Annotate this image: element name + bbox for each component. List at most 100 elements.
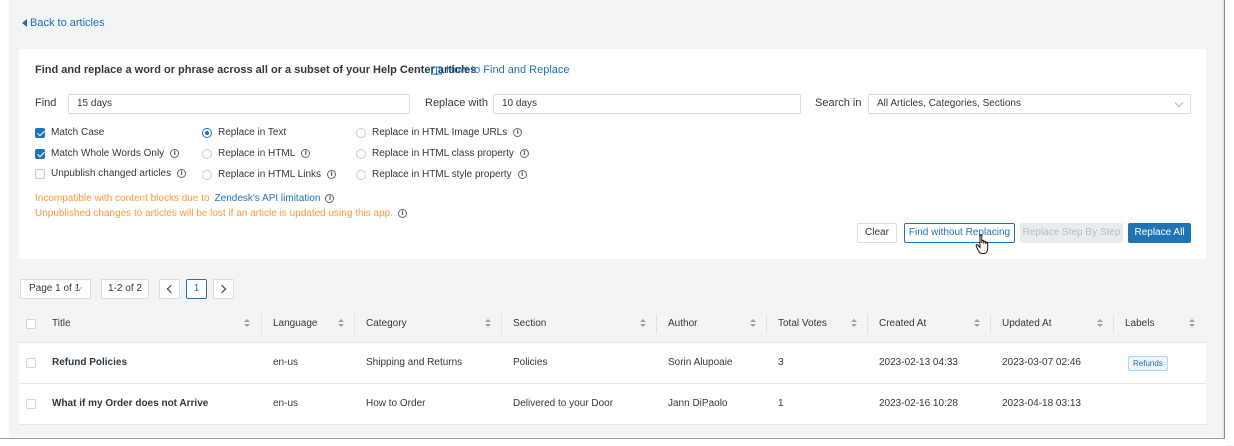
how-to-label: How to Find and Replace [446, 64, 570, 76]
row-checkbox[interactable] [26, 358, 36, 368]
chevron-down-icon [1174, 98, 1184, 108]
replace-in-text-option[interactable]: Replace in Text [202, 127, 286, 138]
match-whole-words-checkbox[interactable] [35, 148, 45, 159]
unpublish-checkbox[interactable] [35, 168, 45, 179]
column-divider [261, 314, 262, 334]
back-to-articles-link[interactable]: Back to articles [22, 17, 105, 29]
column-divider [990, 314, 991, 334]
replace-step-by-step-button[interactable]: Replace Step By Step [1020, 223, 1123, 243]
cell-votes: 3 [778, 357, 784, 368]
col-labels[interactable]: Labels [1125, 318, 1154, 329]
row-checkbox[interactable] [26, 399, 36, 409]
table-row[interactable]: What if my Order does not Arrive en-us H… [19, 384, 1206, 425]
sort-icon[interactable] [338, 319, 344, 328]
replace-label: Replace with [425, 97, 488, 109]
column-divider [867, 314, 868, 334]
match-case-option[interactable]: Match Case [35, 127, 104, 138]
column-divider [656, 314, 657, 334]
match-whole-words-option[interactable]: Match Whole Words Only i [35, 148, 180, 159]
cell-title[interactable]: Refund Policies [52, 357, 127, 368]
replace-in-text-label: Replace in Text [218, 127, 287, 138]
col-language[interactable]: Language [273, 318, 318, 329]
col-created-at[interactable]: Created At [879, 318, 926, 329]
column-divider [766, 314, 767, 334]
replace-in-style-label: Replace in HTML style property [372, 169, 512, 180]
find-label: Find [35, 97, 57, 109]
find-without-replacing-button[interactable]: Find without Replacing [904, 223, 1015, 243]
hand-cursor-icon [975, 234, 989, 254]
sort-icon[interactable] [750, 319, 756, 328]
page-select-value: Page 1 of 1 [29, 283, 81, 294]
how-to-link[interactable]: How to Find and Replace [431, 64, 570, 76]
sort-icon[interactable] [851, 319, 857, 328]
cell-title[interactable]: What if my Order does not Arrive [52, 398, 208, 409]
replace-in-html-links-radio[interactable] [202, 169, 212, 180]
cell-updated: 2023-04-18 03:13 [1002, 398, 1081, 409]
replace-in-class-label: Replace in HTML class property [372, 148, 514, 159]
col-total-votes[interactable]: Total Votes [778, 318, 827, 329]
info-icon[interactable]: i [517, 170, 527, 179]
info-icon[interactable]: i [170, 149, 180, 158]
back-link-label: Back to articles [30, 17, 105, 29]
info-icon[interactable]: i [397, 209, 407, 218]
replace-in-text-radio[interactable] [202, 127, 212, 138]
table-row[interactable]: Refund Policies en-us Shipping and Retur… [19, 343, 1206, 384]
match-case-checkbox[interactable] [35, 127, 45, 138]
search-in-select[interactable]: All Articles, Categories, Sections [868, 94, 1191, 114]
next-page-button[interactable] [213, 279, 234, 299]
find-input[interactable]: 15 days [68, 94, 410, 114]
col-title[interactable]: Title [52, 318, 71, 329]
cell-section: Delivered to your Door [513, 398, 614, 409]
sort-icon[interactable] [1097, 319, 1103, 328]
replace-in-html-label: Replace in HTML [218, 148, 296, 159]
unpublish-option[interactable]: Unpublish changed articles i [35, 168, 187, 179]
col-author[interactable]: Author [668, 318, 697, 329]
page-1-button[interactable]: 1 [186, 279, 207, 299]
column-divider [1113, 314, 1114, 334]
info-icon[interactable]: i [327, 170, 337, 179]
col-section[interactable]: Section [513, 318, 546, 329]
chevron-left-icon [166, 284, 176, 294]
column-divider [501, 314, 502, 334]
cell-votes: 1 [778, 398, 784, 409]
prev-page-button[interactable] [159, 279, 180, 299]
info-icon[interactable]: i [513, 128, 523, 137]
window-edge [1224, 0, 1234, 445]
select-all-checkbox[interactable] [26, 319, 36, 329]
info-icon[interactable]: i [301, 149, 311, 158]
replace-in-style-radio[interactable] [356, 169, 366, 180]
chevron-right-icon [217, 284, 227, 294]
search-in-value: All Articles, Categories, Sections [877, 98, 1021, 109]
cell-updated: 2023-03-07 02:46 [1002, 357, 1081, 368]
sort-icon[interactable] [244, 319, 250, 328]
warning-text: Incompatible with content blocks due to [35, 193, 210, 204]
col-category[interactable]: Category [366, 318, 407, 329]
replace-in-html-links-option[interactable]: Replace in HTML Links i [202, 169, 337, 180]
book-icon [431, 66, 442, 75]
info-icon[interactable]: i [519, 149, 529, 158]
clear-button[interactable]: Clear [857, 223, 897, 243]
replace-in-class-option[interactable]: Replace in HTML class property i [356, 148, 529, 159]
info-icon[interactable]: i [325, 194, 335, 203]
cell-created: 2023-02-13 04:33 [879, 357, 958, 368]
replace-all-button[interactable]: Replace All [1128, 223, 1191, 243]
replace-in-class-radio[interactable] [356, 148, 366, 159]
cell-author: Sorin Alupoaie [668, 357, 733, 368]
cell-category: How to Order [366, 398, 426, 409]
col-updated-at[interactable]: Updated At [1002, 318, 1051, 329]
sort-icon[interactable] [974, 319, 980, 328]
sort-icon[interactable] [1189, 319, 1195, 328]
replace-in-style-option[interactable]: Replace in HTML style property i [356, 169, 527, 180]
sort-icon[interactable] [485, 319, 491, 328]
replace-in-html-option[interactable]: Replace in HTML i [202, 148, 311, 159]
info-icon[interactable]: i [177, 169, 187, 178]
table-header: Title Language Category Section Author T… [19, 306, 1206, 343]
sort-icon[interactable] [640, 319, 646, 328]
page-select[interactable]: Page 1 of 1 [20, 279, 91, 299]
replace-in-image-urls-option[interactable]: Replace in HTML Image URLs i [356, 127, 523, 138]
replace-input[interactable]: 10 days [493, 94, 801, 114]
replace-in-image-urls-radio[interactable] [356, 127, 366, 138]
replace-in-html-radio[interactable] [202, 148, 212, 159]
api-limitation-link[interactable]: Zendesk's API limitation [215, 193, 321, 204]
cell-category: Shipping and Returns [366, 357, 463, 368]
